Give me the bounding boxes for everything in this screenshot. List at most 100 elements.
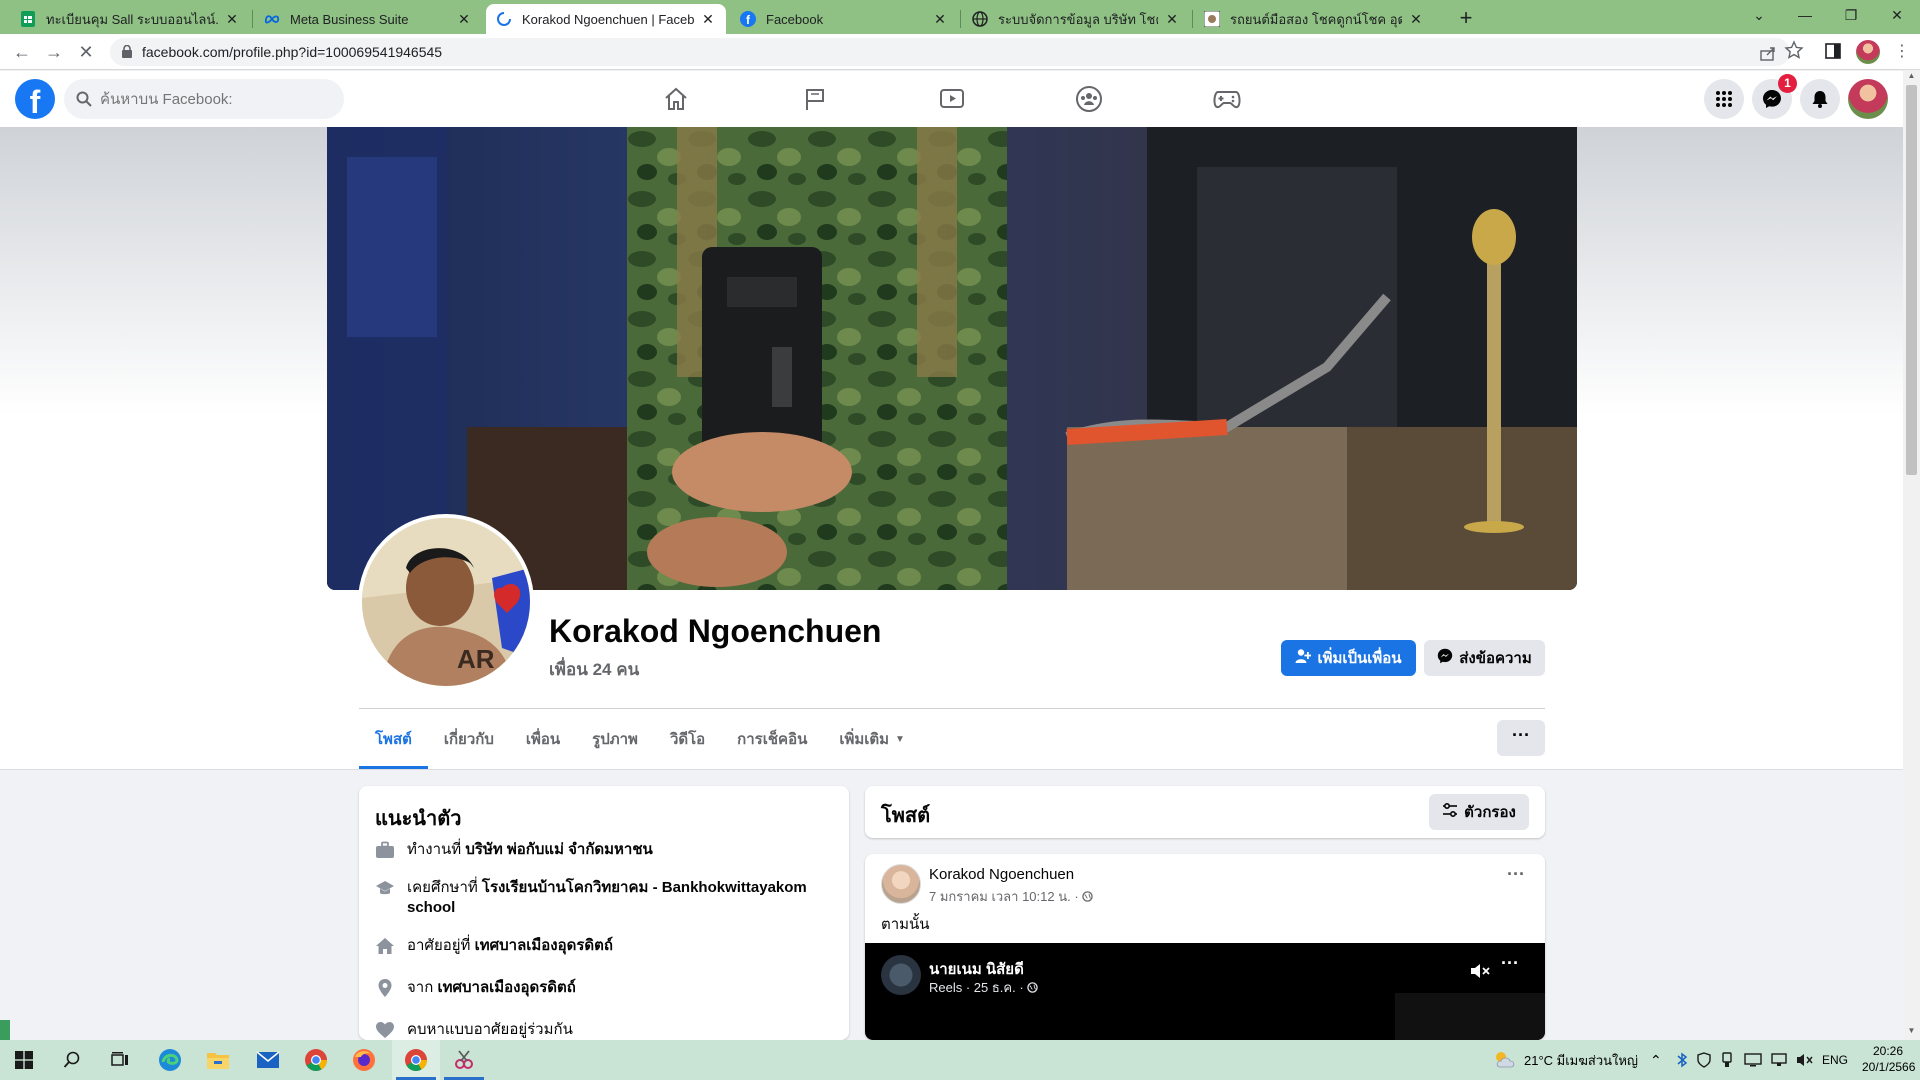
scroll-down-arrow-icon[interactable]: ▼	[1903, 1026, 1920, 1040]
friends-count[interactable]: เพื่อน 24 คน	[549, 656, 639, 683]
intro-work: ทำงานที่ บริษัท พ่อกับแม่ จำกัดมหาชน	[375, 840, 825, 860]
browser-tab[interactable]: f Facebook ✕	[730, 4, 958, 34]
new-tab-button[interactable]: +	[1452, 5, 1480, 33]
site-icon	[1204, 11, 1220, 27]
menu-grid-icon[interactable]	[1704, 79, 1744, 119]
facebook-icon: f	[740, 11, 756, 27]
mail-icon[interactable]	[244, 1040, 292, 1080]
tray-overflow-chevron-icon[interactable]: ⌃	[1650, 1040, 1662, 1080]
bluetooth-icon[interactable]	[1676, 1040, 1688, 1080]
tab-title: ระบบจัดการข้อมูล บริษัท โชคดูกน์โชค	[998, 11, 1158, 27]
file-explorer-icon[interactable]	[194, 1040, 242, 1080]
shared-reel[interactable]: นายเนม นิสัยดี Reels · 25 ธ.ค. · ···	[865, 943, 1545, 1040]
tab-photos[interactable]: รูปภาพ	[576, 709, 654, 769]
tab-checkins[interactable]: การเช็คอิน	[721, 709, 823, 769]
mute-speaker-icon[interactable]	[1469, 961, 1491, 986]
network-icon[interactable]	[1770, 1040, 1788, 1080]
scrollbar-thumb[interactable]	[1906, 85, 1917, 475]
post-author-name[interactable]: Korakod Ngoenchuen	[929, 866, 1074, 883]
browser-menu-icon[interactable]: ⋮	[1892, 42, 1912, 62]
minimize-button[interactable]: —	[1782, 0, 1828, 30]
intro-from-value[interactable]: เทศบาลเมืองอุดรดิตถ์	[437, 979, 575, 996]
bookmark-star-icon[interactable]	[1784, 40, 1804, 60]
nav-gaming-icon[interactable]	[1207, 81, 1247, 117]
snipping-tool-icon[interactable]	[440, 1040, 488, 1080]
forward-button[interactable]: →	[42, 40, 66, 64]
browser-tab[interactable]: ระบบจัดการข้อมูล บริษัท โชคดูกน์โชค ✕	[962, 4, 1190, 34]
reel-options-icon[interactable]: ···	[1501, 953, 1519, 974]
nav-groups-icon[interactable]	[1069, 81, 1109, 117]
search-input[interactable]	[100, 89, 330, 109]
browser-toolbar: ← → ✕ facebook.com/profile.php?id=100069…	[0, 34, 1920, 70]
browser-tab[interactable]: ทะเบียนคุม Sall ระบบออนไลน์.xlsx - G ✕	[10, 4, 250, 34]
facebook-logo[interactable]: f	[15, 79, 55, 119]
message-button[interactable]: ส่งข้อความ	[1424, 640, 1545, 676]
page-scrollbar[interactable]: ▲ ▼	[1903, 71, 1920, 1040]
intro-lives-in: อาศัยอยู่ที่ เทศบาลเมืองอุดรดิตถ์	[375, 936, 825, 956]
share-icon[interactable]	[1758, 43, 1778, 63]
notifications-bell-icon[interactable]	[1800, 79, 1840, 119]
firefox-icon[interactable]	[340, 1040, 388, 1080]
intro-card: แนะนำตัว ทำงานที่ บริษัท พ่อกับแม่ จำกัด…	[359, 786, 849, 1040]
restore-button[interactable]: ❐	[1828, 0, 1874, 30]
intro-work-value[interactable]: บริษัท พ่อกับแม่ จำกัดมหาชน	[465, 841, 652, 858]
tab-friends[interactable]: เพื่อน	[510, 709, 576, 769]
windows-start-icon[interactable]	[0, 1040, 48, 1080]
browser-tab[interactable]: Meta Business Suite ✕	[254, 4, 482, 34]
header-bottom-border	[0, 769, 1903, 770]
messenger-icon	[1437, 648, 1453, 668]
scroll-up-arrow-icon[interactable]: ▲	[1903, 71, 1920, 85]
volume-muted-icon[interactable]	[1796, 1040, 1814, 1080]
lock-icon[interactable]	[122, 44, 132, 63]
chevron-down-icon[interactable]: ⌄	[1736, 0, 1782, 30]
close-window-button[interactable]: ✕	[1874, 0, 1920, 30]
side-panel-icon[interactable]	[1824, 42, 1844, 62]
system-clock[interactable]: 20:26 20/1/2566	[1862, 1043, 1915, 1075]
add-friend-button[interactable]: เพิ่มเป็นเพื่อน	[1281, 640, 1416, 676]
profile-picture[interactable]: AR	[358, 514, 534, 690]
nav-pages-flag-icon[interactable]	[795, 81, 835, 117]
weather-widget[interactable]: 21°C มีเมฆส่วนใหญ่	[1492, 1040, 1638, 1080]
account-avatar[interactable]	[1848, 79, 1888, 119]
globe-privacy-icon	[1027, 980, 1039, 995]
tab-videos[interactable]: วิดีโอ	[654, 709, 721, 769]
tab-more[interactable]: เพิ่มเติม ▼	[823, 709, 921, 769]
back-button[interactable]: ←	[10, 40, 34, 64]
tab-about[interactable]: เกี่ยวกับ	[428, 709, 510, 769]
close-tab-icon[interactable]: ✕	[1164, 11, 1180, 27]
filter-button[interactable]: ตัวกรอง	[1429, 794, 1529, 830]
tab-posts[interactable]: โพสต์	[359, 709, 428, 769]
stop-loading-button[interactable]: ✕	[74, 40, 98, 64]
close-tab-icon[interactable]: ✕	[932, 11, 948, 27]
language-indicator[interactable]: ENG	[1822, 1040, 1848, 1080]
tab-title: Facebook	[766, 11, 824, 27]
address-bar[interactable]: facebook.com/profile.php?id=100069541946…	[110, 38, 1790, 66]
close-tab-icon[interactable]: ✕	[456, 11, 472, 27]
edge-browser-icon[interactable]	[146, 1040, 194, 1080]
security-shield-icon[interactable]	[1696, 1040, 1712, 1080]
close-tab-icon[interactable]: ✕	[1408, 11, 1424, 27]
chrome-active-window-icon[interactable]	[392, 1040, 440, 1080]
reel-author-avatar[interactable]	[881, 955, 921, 995]
post-timestamp: 7 มกราคม เวลา 10:12 น. ·	[929, 889, 1079, 904]
intro-lives-value[interactable]: เทศบาลเมืองอุดรดิตถ์	[475, 937, 613, 954]
usb-device-icon[interactable]	[1720, 1040, 1734, 1080]
post-meta[interactable]: 7 มกราคม เวลา 10:12 น. ·	[929, 886, 1094, 907]
display-icon[interactable]	[1744, 1040, 1762, 1080]
facebook-search[interactable]	[64, 79, 344, 119]
nav-home-icon[interactable]	[656, 81, 696, 117]
task-view-icon[interactable]	[96, 1040, 144, 1080]
close-tab-icon[interactable]: ✕	[700, 11, 716, 27]
close-tab-icon[interactable]: ✕	[224, 11, 240, 27]
chrome-icon[interactable]	[292, 1040, 340, 1080]
profile-avatar-icon[interactable]	[1856, 40, 1880, 64]
taskbar-search-icon[interactable]	[48, 1040, 96, 1080]
cover-photo[interactable]	[327, 127, 1577, 590]
post-author-avatar[interactable]	[881, 864, 921, 904]
post-options-icon[interactable]: ···	[1507, 864, 1525, 885]
clock-time: 20:26	[1872, 1044, 1904, 1058]
nav-watch-video-icon[interactable]	[932, 81, 972, 117]
browser-tab[interactable]: รถยนต์มือสอง โชคดูกน์โชค อุดรธานี ✕	[1194, 4, 1434, 34]
browser-tab-active[interactable]: Korakod Ngoenchuen | Facebook ✕	[486, 4, 726, 34]
profile-more-options-button[interactable]: ···	[1497, 720, 1545, 756]
